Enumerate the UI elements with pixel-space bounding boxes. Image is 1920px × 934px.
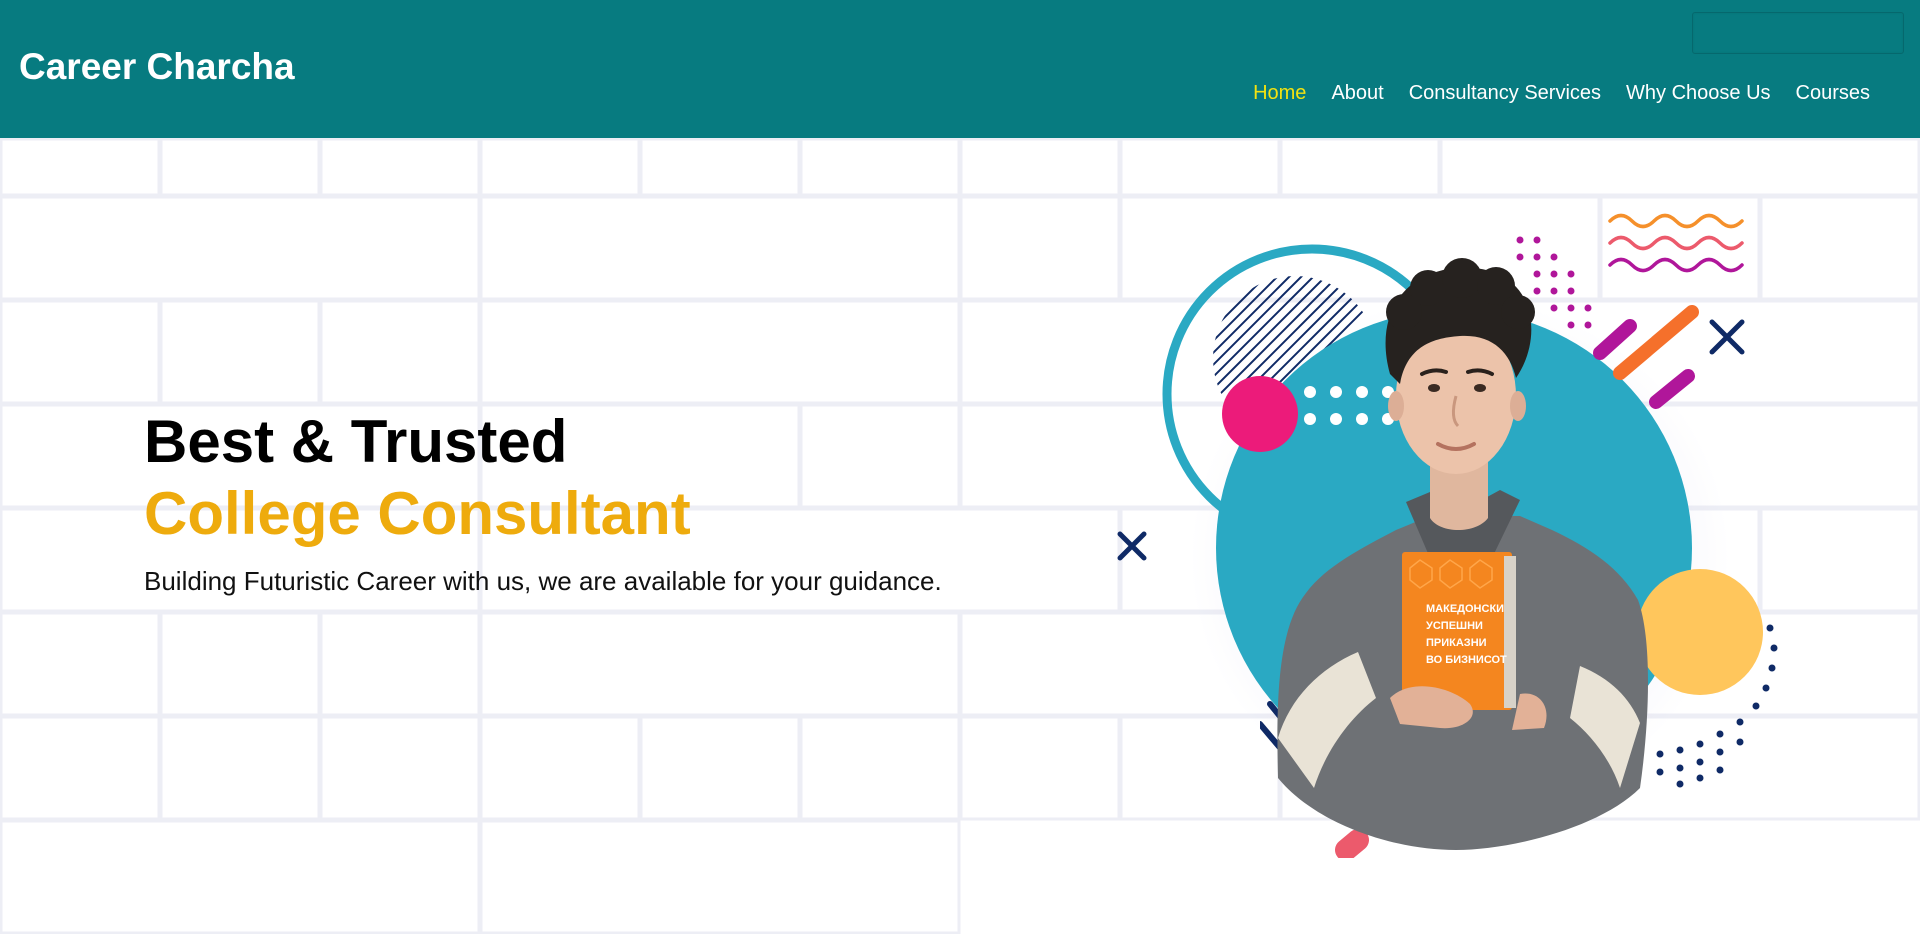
hero-section: Best & Trusted College Consultant Buildi…: [0, 138, 1920, 934]
yellow-circle: [1637, 569, 1763, 695]
nav-home[interactable]: Home: [1253, 82, 1306, 104]
nav-about[interactable]: About: [1331, 82, 1383, 104]
hero-text: Best & Trusted College Consultant Buildi…: [144, 406, 1044, 597]
book-line-4: ВО БИЗНИСОТ: [1426, 654, 1507, 666]
close-x-icon-left: [1117, 531, 1147, 561]
pink-circle: [1222, 376, 1298, 452]
hero-subtitle: Building Futuristic Career with us, we a…: [144, 566, 942, 596]
main-nav: Home About Consultancy Services Why Choo…: [1253, 82, 1870, 105]
hero-illustration: МАКЕДОНСКИ УСПЕШНИ ПРИКАЗНИ ВО БИЗНИСОТ: [1117, 213, 1778, 858]
hero-title-line1: Best & Trusted: [144, 408, 568, 475]
book-line-2: УСПЕШНИ: [1426, 620, 1483, 632]
nav-consultancy-services[interactable]: Consultancy Services: [1409, 82, 1601, 104]
book-line-1: МАКЕДОНСКИ: [1426, 603, 1504, 615]
brand-logo[interactable]: Career Charcha: [19, 46, 295, 88]
navbar-toggle-box[interactable]: [1692, 12, 1904, 54]
nav-courses[interactable]: Courses: [1796, 82, 1870, 104]
book-line-3: ПРИКАЗНИ: [1426, 637, 1487, 649]
navbar: Career Charcha Home About Consultancy Se…: [0, 0, 1920, 138]
close-x-icon-right: [1709, 319, 1745, 355]
hero-title-line2: College Consultant: [144, 480, 691, 547]
nav-why-choose-us[interactable]: Why Choose Us: [1626, 82, 1771, 104]
wavy-lines: [1608, 213, 1744, 273]
